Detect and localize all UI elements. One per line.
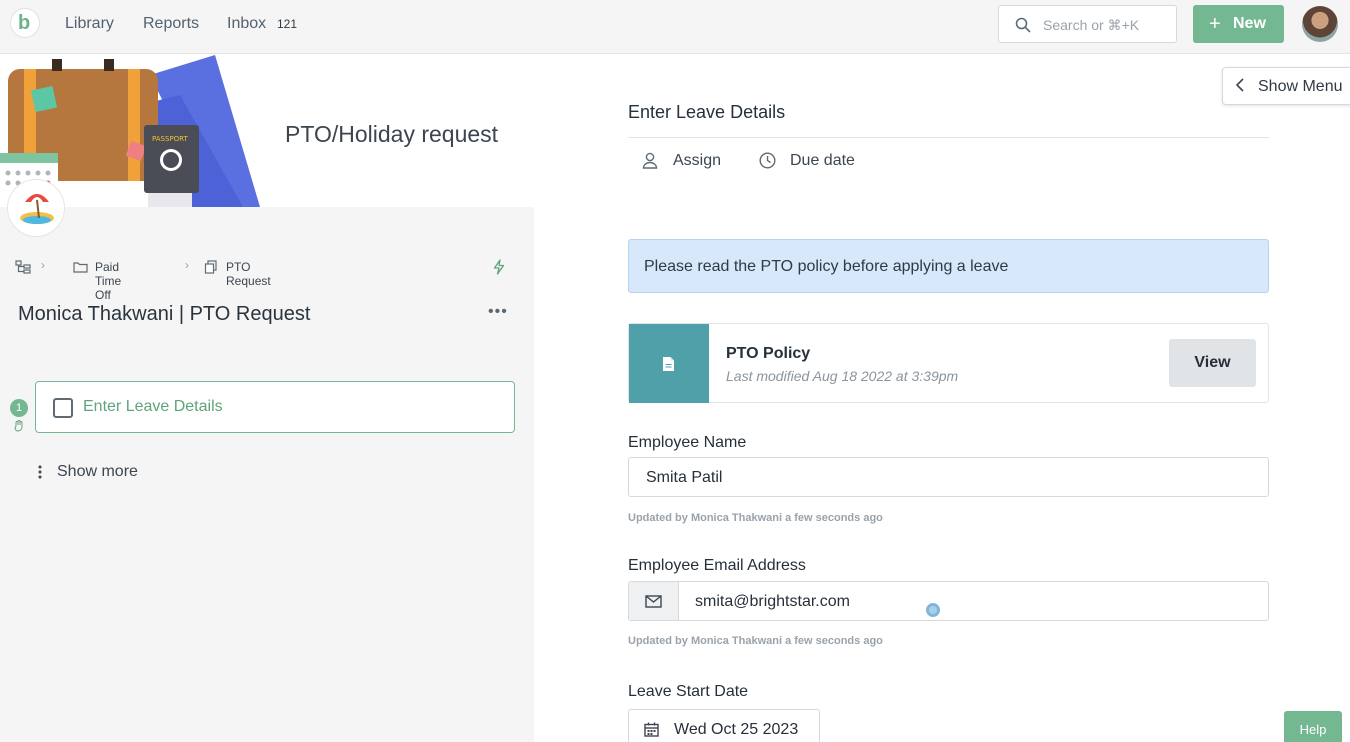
leave-start-date-field[interactable]: Wed Oct 25 2023: [628, 709, 820, 742]
file-name: PTO Policy: [726, 345, 811, 362]
file-modified: Last modified Aug 18 2022 at 3:39pm: [726, 368, 959, 384]
nav-inbox[interactable]: Inbox: [227, 15, 266, 33]
user-icon: [642, 152, 658, 169]
chevron-right-icon: ›: [185, 258, 189, 272]
new-button[interactable]: + New: [1193, 5, 1284, 43]
email-field[interactable]: smita@brightstar.com: [628, 581, 1269, 621]
email-value: smita@brightstar.com: [695, 593, 850, 610]
assign-label: Assign: [673, 152, 722, 169]
inbox-count-badge: 121: [277, 17, 298, 31]
task-heading: Enter Leave Details: [628, 102, 786, 122]
task-checkbox[interactable]: [53, 398, 73, 418]
heading-divider: [628, 137, 1269, 138]
show-menu-label: Show Menu: [1258, 78, 1343, 95]
file-attachment: PTO Policy Last modified Aug 18 2022 at …: [628, 323, 1269, 403]
nav-library[interactable]: Library: [65, 15, 114, 33]
search-placeholder: Search or ⌘+K: [1043, 17, 1140, 33]
task-item[interactable]: Enter Leave Details: [35, 381, 515, 433]
breadcrumb-template[interactable]: PTO Request: [226, 260, 271, 288]
employee-name-label: Employee Name: [628, 434, 747, 451]
workflow-run-title[interactable]: Monica Thakwani | PTO Request: [18, 303, 310, 326]
nav-reports[interactable]: Reports: [143, 15, 199, 33]
task-label: Enter Leave Details: [83, 398, 223, 415]
employee-name-updated: Updated by Monica Thakwani a few seconds…: [628, 512, 883, 524]
envelope-icon: [645, 595, 662, 608]
drag-hand-icon[interactable]: [13, 419, 26, 432]
chevron-right-icon: ›: [41, 258, 45, 272]
help-button[interactable]: Help: [1284, 711, 1342, 742]
leave-start-date-label: Leave Start Date: [628, 683, 749, 700]
vertical-dots-icon: [38, 465, 42, 479]
file-thumbnail: [629, 324, 709, 403]
user-avatar[interactable]: [1302, 6, 1338, 42]
email-label: Employee Email Address: [628, 557, 806, 574]
search-icon: [1015, 17, 1031, 33]
plus-icon: +: [1209, 13, 1221, 35]
email-updated: Updated by Monica Thakwani a few seconds…: [628, 635, 883, 647]
template-title: PTO/Holiday request: [285, 121, 499, 147]
folder-icon: [73, 262, 88, 273]
employee-name-value: Smita Patil: [646, 469, 723, 486]
lightning-bolt-icon[interactable]: [493, 259, 505, 275]
beach-emoji-icon: [7, 179, 65, 237]
copy-icon: [204, 260, 217, 274]
app-logo[interactable]: b: [10, 8, 40, 38]
clock-icon: [759, 152, 776, 169]
template-hero-banner: PASSPORT PTO/Holiday request: [0, 55, 534, 207]
show-more-label: Show more: [57, 463, 138, 480]
search-input[interactable]: Search or ⌘+K: [998, 5, 1177, 43]
hierarchy-icon[interactable]: [15, 260, 31, 274]
due-date-label: Due date: [790, 152, 855, 169]
info-banner-text: Please read the PTO policy before applyi…: [644, 258, 1009, 275]
task-number-badge: 1: [10, 399, 28, 417]
calendar-icon: [644, 722, 659, 737]
chevron-left-icon: [1235, 78, 1244, 92]
document-icon: [663, 357, 674, 371]
info-banner: Please read the PTO policy before applyi…: [628, 239, 1269, 293]
breadcrumb-folder[interactable]: Paid Time Off: [95, 260, 121, 302]
leave-start-date-value: Wed Oct 25 2023: [674, 721, 799, 738]
top-navigation: b Library Reports Inbox 121 Search or ⌘+…: [0, 0, 1350, 54]
new-button-label: New: [1233, 15, 1266, 32]
more-options-icon[interactable]: •••: [488, 303, 508, 321]
show-menu-button[interactable]: Show Menu: [1222, 67, 1350, 105]
cursor-indicator: [926, 603, 940, 617]
email-addon: [629, 582, 679, 620]
svg-text:PASSPORT: PASSPORT: [152, 135, 189, 143]
employee-name-field[interactable]: Smita Patil: [628, 457, 1269, 497]
left-pane: PASSPORT PTO/Holiday request › Paid Time…: [0, 55, 534, 742]
view-file-button[interactable]: View: [1169, 339, 1256, 387]
